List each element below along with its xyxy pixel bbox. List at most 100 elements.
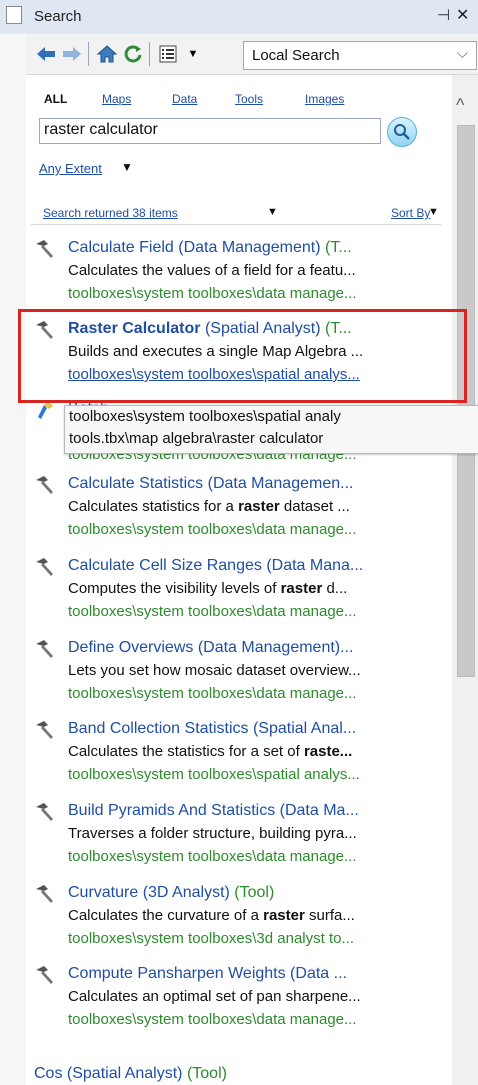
result-title[interactable]: Calculate Cell Size Ranges (Data Mana... [68,557,363,575]
window-title: Search [34,8,82,25]
result-description-part: Traverses a folder structure, building p… [68,825,357,842]
result-item[interactable]: Band Collection Statistics (Spatial Anal… [34,718,446,798]
magnifier-icon [394,124,410,140]
result-title[interactable]: Calculate Statistics (Data Managemen... [68,475,353,493]
path-tooltip: toolboxes\system toolboxes\spatial analy… [64,405,478,454]
result-title-main: Calculate Field (Data Management) [68,239,326,256]
chevron-down-icon: ⌵ [456,45,468,62]
tool-hammer-icon [34,474,56,496]
tool-hammer-icon [34,964,56,986]
result-description: Calculates the statistics for a set of r… [68,743,352,760]
result-title[interactable]: Calculate Field (Data Management) (T... [68,239,352,257]
result-item[interactable]: Define Overviews (Data Management)... Let… [34,637,446,717]
partial-result-item[interactable]: Cos (Spatial Analyst) (Tool) [34,1065,227,1083]
forward-arrow-icon[interactable] [60,42,84,66]
view-options-dropdown-icon[interactable]: ▼ [181,42,205,66]
filter-images[interactable]: Images [305,92,344,106]
home-icon[interactable] [95,42,119,66]
title-bar: Search ⊣ ✕ [0,0,478,35]
result-description-part: raster [238,498,280,515]
result-title[interactable]: Compute Pansharpen Weights (Data ... [68,965,347,983]
pin-icon[interactable]: ⊣ [437,6,450,24]
left-edge [0,34,27,1085]
results-header: Search returned 38 items ▼ Sort By ▼ [31,204,441,225]
tool-hammer-icon [34,883,56,905]
result-description: Lets you set how mosaic dataset overview… [68,662,361,679]
result-title[interactable]: Define Overviews (Data Management)... [68,639,353,657]
result-description: Computes the visibility levels of raster… [68,580,347,597]
result-description-part: Calculates statistics for a [68,498,239,515]
search-scope-value: Local Search [252,47,340,64]
tool-hammer-icon [34,238,56,260]
filter-all[interactable]: ALL [44,92,67,106]
result-title[interactable]: Build Pyramids And Statistics (Data Ma..… [68,802,359,820]
result-title-main: Calculate Statistics (Data Managemen... [68,475,354,492]
result-path: toolboxes\system toolboxes\data manage..… [68,285,357,302]
result-item[interactable]: Compute Pansharpen Weights (Data ... Calc… [34,963,446,1043]
result-item[interactable]: Build Pyramids And Statistics (Data Ma..… [34,800,446,880]
result-item[interactable]: Calculate Statistics (Data Managemen... C… [34,473,446,553]
result-path: toolboxes\system toolboxes\data manage..… [68,521,357,538]
side-checkbox[interactable] [6,6,22,24]
result-path: toolboxes\system toolboxes\data manage..… [68,1011,357,1028]
result-path: toolboxes\system toolboxes\data manage..… [68,848,357,865]
extent-link[interactable]: Any Extent [39,161,102,176]
tool-hammer-icon [34,556,56,578]
filter-maps[interactable]: Maps [102,92,131,106]
result-description: Calculates statistics for a raster datas… [68,498,350,515]
result-description-part: Calculates an optimal set of pan sharpen… [68,988,361,1005]
result-title-tag: (T... [325,239,352,256]
result-title-tag: (Tool) [234,884,275,901]
result-description-part: raste... [303,743,353,760]
result-title-main: Calculate Cell Size Ranges (Data Mana... [68,557,364,574]
scroll-up-icon[interactable]: ^ [456,95,464,116]
result-description-part: Computes the visibility levels of [68,580,281,597]
tool-hammer-icon [34,638,56,660]
result-path: toolboxes\system toolboxes\spatial analy… [68,766,360,783]
results-count-link[interactable]: Search returned 38 items [43,206,178,220]
search-input-value: raster calculator [44,121,158,138]
result-description-part: Lets you set how mosaic dataset overview… [68,662,361,679]
result-description-part: raster [280,580,323,597]
tool-hammer-icon [34,801,56,823]
result-description-part: Calculates the statistics for a set of [68,743,304,760]
filter-data[interactable]: Data [172,92,197,106]
toolbar-separator [149,42,150,66]
toolbar-separator [88,42,89,66]
result-title-main: Curvature (3D Analyst) [68,884,235,901]
result-description-part: Calculates the curvature of a [68,907,264,924]
partial-result-tag: (Tool) [186,1065,227,1082]
result-description-part: surfa... [304,907,355,924]
extent-dropdown-icon[interactable]: ▼ [121,160,133,174]
search-scope-select[interactable]: Local Search ⌵ [243,41,477,70]
search-button[interactable] [387,117,417,147]
result-description: Calculates the values of a field for a f… [68,262,356,279]
tooltip-line-2: tools.tbx\map algebra\raster calculator [69,430,324,447]
result-description-part: raster [263,907,305,924]
result-description: Traverses a folder structure, building p… [68,825,357,842]
result-description: Calculates the curvature of a raster sur… [68,907,355,924]
toolbar: ▼ Local Search ⌵ [26,34,478,75]
result-description-part: Calculates the values of a field for a f… [68,262,356,279]
result-title[interactable]: Curvature (3D Analyst) (Tool) [68,884,274,902]
result-item[interactable]: Calculate Field (Data Management) (T... C… [34,237,446,317]
result-item[interactable]: Curvature (3D Analyst) (Tool) Calculates … [34,882,446,962]
view-options-icon[interactable] [156,42,180,66]
results-count-dropdown-icon[interactable]: ▼ [267,206,278,218]
search-input[interactable]: raster calculator × [39,118,399,144]
result-title-main: Build Pyramids And Statistics (Data Ma..… [68,802,359,819]
sort-by-dropdown-icon[interactable]: ▼ [428,206,439,218]
result-path: toolboxes\system toolboxes\3d analyst to… [68,930,354,947]
selected-result-highlight [18,309,467,403]
result-title[interactable]: Band Collection Statistics (Spatial Anal… [68,720,356,738]
result-path: toolboxes\system toolboxes\data manage..… [68,603,357,620]
tooltip-line-1: toolboxes\system toolboxes\spatial analy [69,408,341,425]
result-description-part: d... [322,580,348,597]
result-title-main: Compute Pansharpen Weights (Data ... [68,965,347,982]
result-item[interactable]: Calculate Cell Size Ranges (Data Mana...… [34,555,446,635]
close-icon[interactable]: ✕ [456,5,469,25]
back-arrow-icon[interactable] [34,42,58,66]
filter-tools[interactable]: Tools [235,92,263,106]
sort-by-link[interactable]: Sort By [391,206,430,220]
refresh-icon[interactable] [121,42,145,66]
